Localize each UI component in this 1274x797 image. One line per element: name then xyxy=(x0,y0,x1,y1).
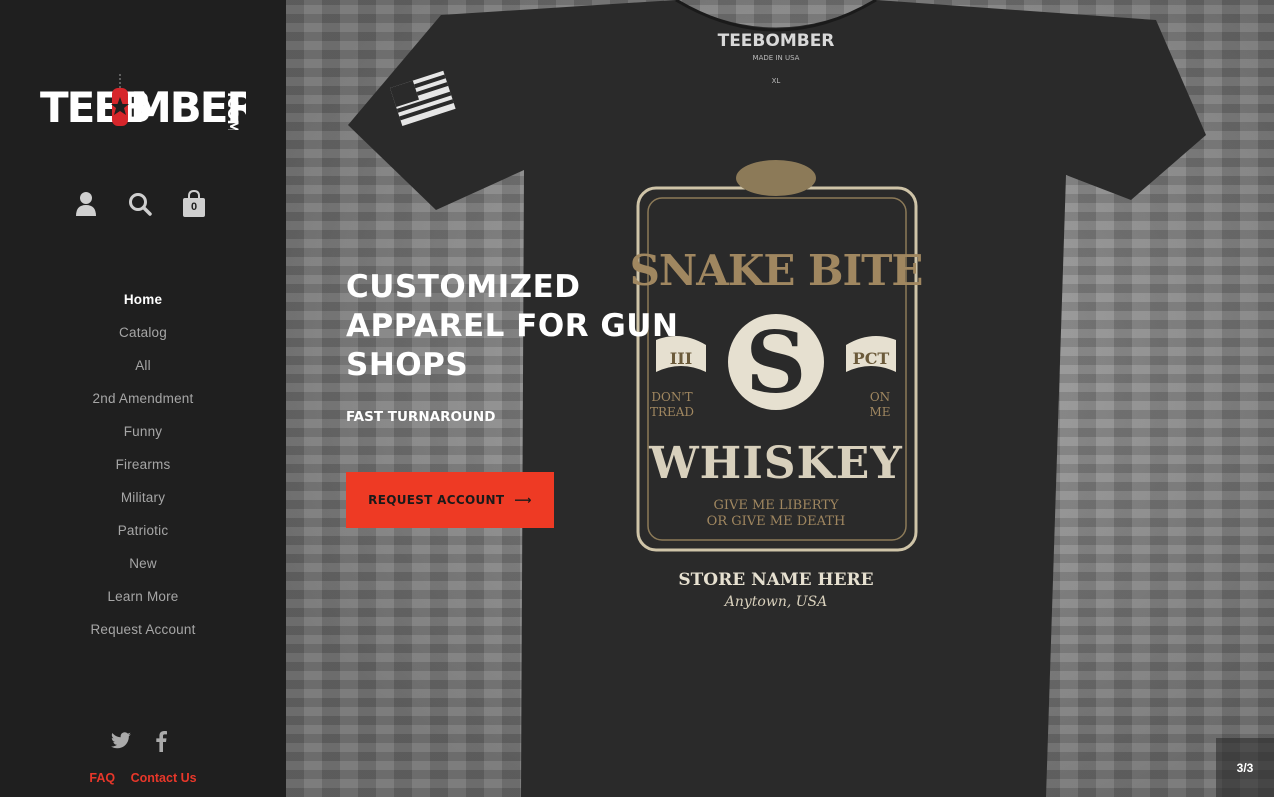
nav-item-home[interactable]: Home xyxy=(0,290,286,323)
svg-text:ON: ON xyxy=(870,390,890,404)
svg-text:WHISKEY: WHISKEY xyxy=(648,438,903,489)
header-icons: 0 xyxy=(0,189,286,220)
nav-item-request-account[interactable]: Request Account xyxy=(0,620,286,653)
eagle-icon xyxy=(736,160,816,196)
svg-text:STORE NAME HERE: STORE NAME HERE xyxy=(678,570,873,590)
request-account-button[interactable]: REQUEST ACCOUNT ⟶ xyxy=(346,472,554,528)
cart-count: 0 xyxy=(190,201,198,213)
faq-link[interactable]: FAQ xyxy=(89,771,115,785)
hero-title: CUSTOMIZED APPAREL FOR GUN SHOPS xyxy=(346,269,679,383)
nav-item-all[interactable]: All xyxy=(0,356,286,389)
logo[interactable]: TEEB MBER .COM xyxy=(40,70,260,133)
request-account-label: REQUEST ACCOUNT xyxy=(368,493,505,507)
cart-icon[interactable]: 0 xyxy=(182,189,208,218)
nav-item-2nd-amendment[interactable]: 2nd Amendment xyxy=(0,389,286,422)
nav-item-catalog[interactable]: Catalog xyxy=(0,323,286,356)
search-icon[interactable] xyxy=(128,190,154,218)
svg-text:Anytown, USA: Anytown, USA xyxy=(723,594,828,610)
slide-counter: 3/3 xyxy=(1216,738,1274,797)
twitter-icon[interactable] xyxy=(110,732,132,755)
contact-us-link[interactable]: Contact Us xyxy=(131,771,197,785)
svg-text:ME: ME xyxy=(869,405,890,419)
footer-links: FAQ Contact Us xyxy=(0,771,286,785)
nav-item-funny[interactable]: Funny xyxy=(0,422,286,455)
nav-item-firearms[interactable]: Firearms xyxy=(0,455,286,488)
snake-s-icon: S xyxy=(746,313,807,412)
svg-text:TEEBOMBER: TEEBOMBER xyxy=(718,31,835,51)
arrow-right-icon: ⟶ xyxy=(514,493,532,507)
social-links xyxy=(0,730,286,754)
nav-item-new[interactable]: New xyxy=(0,554,286,587)
hero-text: CUSTOMIZED APPAREL FOR GUN SHOPS FAST TU… xyxy=(346,268,706,425)
nav-item-learn-more[interactable]: Learn More xyxy=(0,587,286,620)
svg-text:MADE IN USA: MADE IN USA xyxy=(753,54,800,62)
hero-slideshow: TEEBOMBER MADE IN USA XL SNAKE BITE III … xyxy=(286,0,1274,797)
svg-text:XL: XL xyxy=(772,77,781,85)
svg-text:.COM: .COM xyxy=(224,92,240,130)
svg-text:PCT: PCT xyxy=(853,349,890,368)
svg-text:GIVE ME LIBERTY: GIVE ME LIBERTY xyxy=(713,498,839,513)
logo-wordmark: TEEB MBER .COM xyxy=(40,74,260,133)
main-nav: Home Catalog All 2nd Amendment Funny Fir… xyxy=(0,290,286,653)
sidebar: TEEB MBER .COM 0 Home Catalog All 2nd Am… xyxy=(0,0,286,797)
hero-subtitle: FAST TURNAROUND xyxy=(346,409,496,425)
svg-text:OR GIVE ME DEATH: OR GIVE ME DEATH xyxy=(707,514,846,529)
nav-item-patriotic[interactable]: Patriotic xyxy=(0,521,286,554)
nav-item-military[interactable]: Military xyxy=(0,488,286,521)
account-icon[interactable] xyxy=(73,190,99,218)
facebook-icon[interactable] xyxy=(155,730,167,757)
